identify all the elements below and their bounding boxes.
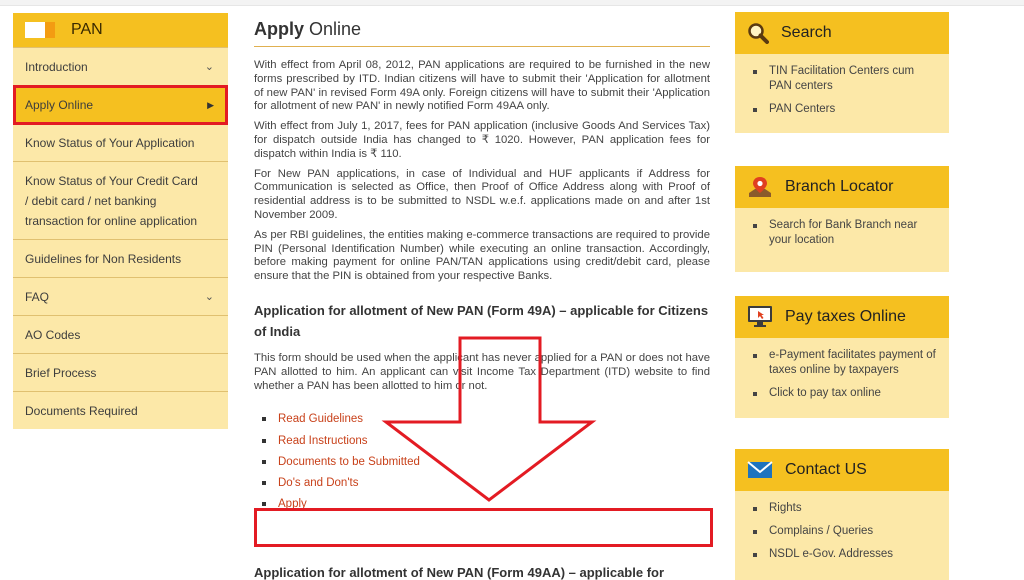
documents-link[interactable]: Documents to be Submitted	[278, 456, 420, 468]
contact-panel-header: Contact US	[735, 449, 949, 491]
magnifier-icon	[748, 23, 769, 44]
dos-donts-link[interactable]: Do's and Don'ts	[278, 477, 358, 489]
sidebar-item-label: Know Status of Your Credit Card / debit …	[25, 174, 198, 228]
read-guidelines-link[interactable]: Read Guidelines	[278, 413, 363, 425]
sidebar-item-ao-codes[interactable]: AO Codes	[13, 315, 228, 353]
sidebar-title: PAN	[71, 21, 103, 38]
page-title: Apply Online	[254, 16, 710, 47]
caret-right-icon: ▶	[207, 100, 214, 110]
sidebar-item-introduction[interactable]: Introduction ⌄	[13, 47, 228, 85]
monitor-icon	[748, 306, 772, 327]
panel-title: Search	[781, 24, 832, 41]
pay-taxes-panel: Pay taxes Online e-Payment facilitates p…	[735, 296, 949, 418]
form-49a-links: Read Guidelines Read Instructions Docume…	[262, 409, 710, 515]
list-item: Documents to be Submitted	[262, 452, 710, 473]
sidebar-item-label: Apply Online	[25, 98, 94, 112]
sidebar-item-know-status[interactable]: Know Status of Your Application	[13, 123, 228, 161]
panel-title: Pay taxes Online	[785, 308, 906, 325]
chevron-down-icon: ⌄	[204, 291, 214, 303]
contact-links: Rights Complains / Queries NSDL e-Gov. A…	[735, 491, 949, 578]
envelope-icon	[747, 461, 773, 478]
tin-centers-link[interactable]: TIN Facilitation Centers cum PAN centers	[753, 64, 939, 94]
sidebar-item-label: Introduction	[25, 60, 88, 74]
sidebar-item-label: Know Status of Your Application	[25, 136, 195, 150]
search-panel-header: Search	[735, 12, 949, 54]
sidebar-item-non-residents[interactable]: Guidelines for Non Residents	[13, 239, 228, 277]
search-links: TIN Facilitation Centers cum PAN centers…	[735, 54, 949, 133]
nsdl-addresses-link[interactable]: NSDL e-Gov. Addresses	[753, 547, 939, 562]
list-item: Read Instructions	[262, 431, 710, 452]
pay-panel-header: Pay taxes Online	[735, 296, 949, 338]
pan-card-icon	[25, 22, 55, 38]
sidebar-item-brief-process[interactable]: Brief Process	[13, 353, 228, 391]
branch-panel-header: Branch Locator	[735, 166, 949, 208]
branch-links: Search for Bank Branch near your locatio…	[735, 208, 949, 264]
paragraph: With effect from April 08, 2012, PAN app…	[254, 59, 710, 113]
section-title-form-49a: Application for allotment of New PAN (Fo…	[254, 302, 709, 339]
sidebar-item-label: FAQ	[25, 290, 50, 304]
paragraph: As per RBI guidelines, the entities maki…	[254, 228, 710, 283]
pan-centers-link[interactable]: PAN Centers	[753, 102, 939, 117]
panel-title: Contact US	[785, 461, 867, 478]
branch-locator-panel: Branch Locator Search for Bank Branch ne…	[735, 166, 949, 272]
list-item: Apply	[262, 494, 710, 515]
pay-links: e-Payment facilitates payment of taxes o…	[735, 338, 949, 417]
paragraph: With effect from July 1, 2017, fees for …	[254, 120, 710, 160]
sidebar-item-documents-required[interactable]: Documents Required	[13, 391, 228, 429]
panel-title: Branch Locator	[785, 178, 894, 195]
complaints-link[interactable]: Complains / Queries	[753, 524, 939, 539]
sidebar-item-faq[interactable]: FAQ ⌄	[13, 277, 228, 315]
click-to-pay-link[interactable]: Click to pay tax online	[753, 386, 939, 401]
search-bank-branch-link[interactable]: Search for Bank Branch near your locatio…	[753, 218, 939, 248]
paragraph: For New PAN applications, in case of Ind…	[254, 167, 710, 221]
list-item: Read Guidelines	[262, 409, 710, 430]
sidebar-item-label: Guidelines for Non Residents	[25, 252, 182, 266]
sidebar-item-apply-online[interactable]: Apply Online ▶	[13, 85, 228, 123]
section-title-form-49aa: Application for allotment of New PAN (Fo…	[254, 565, 665, 580]
top-bar	[0, 0, 1024, 6]
main-content: Apply Online With effect from April 08, …	[254, 16, 710, 515]
map-pin-icon	[749, 177, 771, 197]
sidebar-header: PAN	[13, 13, 228, 47]
sidebar-item-card-status[interactable]: Know Status of Your Credit Card / debit …	[13, 161, 228, 239]
list-item: Do's and Don'ts	[262, 473, 710, 494]
apply-link[interactable]: Apply	[278, 498, 307, 510]
sidebar-item-label: Documents Required	[25, 404, 138, 418]
sidebar-item-label: AO Codes	[25, 328, 81, 342]
pan-sidebar: PAN Introduction ⌄ Apply Online ▶ Know S…	[13, 13, 228, 429]
paragraph: This form should be used when the applic…	[254, 351, 710, 392]
e-payment-link[interactable]: e-Payment facilitates payment of taxes o…	[753, 348, 939, 378]
read-instructions-link[interactable]: Read Instructions	[278, 435, 368, 447]
chevron-down-icon: ⌄	[204, 61, 214, 73]
contact-panel: Contact US Rights Complains / Queries NS…	[735, 449, 949, 580]
sidebar-item-label: Brief Process	[25, 366, 97, 380]
search-panel: Search TIN Facilitation Centers cum PAN …	[735, 12, 949, 133]
rights-link[interactable]: Rights	[753, 501, 939, 516]
